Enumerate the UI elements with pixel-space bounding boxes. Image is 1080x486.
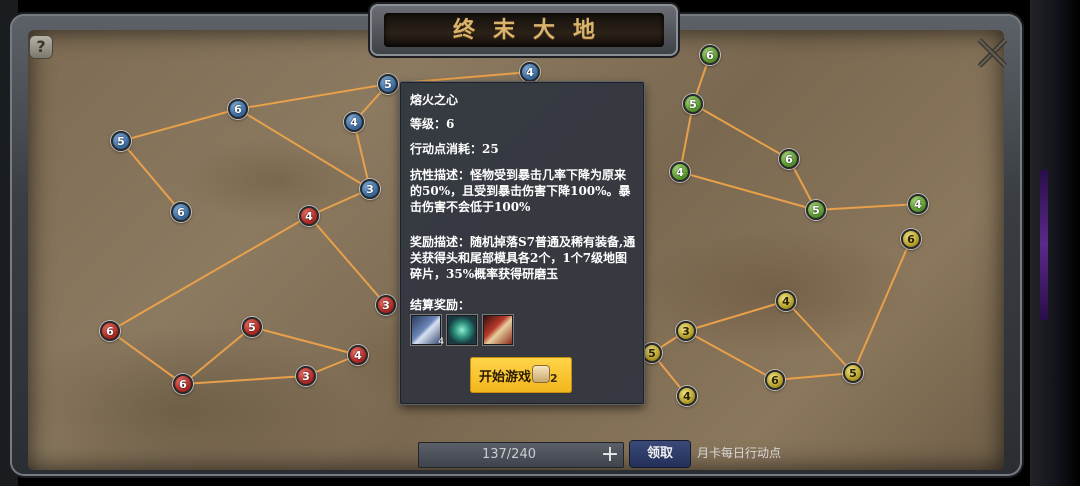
stage-node-red-r4[interactable]: 5 [242, 317, 262, 337]
start-game-label: 开始游戏 [479, 370, 532, 385]
route-line-r7-r6 [182, 375, 307, 385]
route-line-r1-r2 [308, 215, 387, 306]
stage-node-yellow-y4[interactable]: 5 [642, 343, 662, 363]
route-line-b2-b1 [237, 83, 389, 110]
stage-node-blue-b1[interactable]: 5 [378, 74, 398, 94]
red-scroll-icon[interactable] [483, 315, 513, 345]
route-line-b3-b7 [120, 140, 182, 213]
stage-node-green-g2[interactable]: 5 [683, 94, 703, 114]
route-line-g2-g4 [692, 103, 790, 160]
scroll-ticket-icon [533, 366, 549, 382]
stage-node-yellow-y3[interactable]: 3 [676, 321, 696, 341]
stage-node-blue-b7[interactable]: 6 [171, 202, 191, 222]
route-line-g5-g6 [815, 203, 919, 211]
monthly-card-label: 月卡每日行动点 [697, 446, 782, 460]
stage-node-red-r2[interactable]: 3 [376, 295, 396, 315]
route-line-r1-r3 [109, 215, 310, 332]
route-line-y2-y3 [685, 300, 787, 332]
stage-node-red-r3[interactable]: 6 [100, 321, 120, 341]
stage-node-yellow-y6[interactable]: 5 [843, 363, 863, 383]
help-icon[interactable]: ? [30, 36, 52, 58]
stage-info-popup: 熔火之心 等级：6 行动点消耗：25 抗性描述：怪物受到暴击几率下降为原来的50… [400, 82, 644, 404]
stage-node-blue-b4[interactable]: 4 [344, 112, 364, 132]
stage-node-blue-b5[interactable]: 4 [520, 62, 540, 82]
stage-node-red-r5[interactable]: 4 [348, 345, 368, 365]
reward-description: 奖励描述：随机掉落S7普通及稀有装备,通关获得头和尾部模具各2个，1个7级地图碎… [410, 235, 636, 281]
scroll-blue-icon[interactable]: 4 [411, 315, 444, 347]
stage-node-red-r1[interactable]: 4 [299, 206, 319, 226]
stage-level: 等级：6 [410, 117, 455, 131]
stage-node-green-g3[interactable]: 4 [670, 162, 690, 182]
route-line-g3-g5 [679, 171, 817, 211]
route-line-y3-y5 [685, 330, 776, 381]
action-points-value: 137/240 [481, 447, 536, 462]
route-line-b3-b2 [120, 108, 239, 142]
stage-node-green-g6[interactable]: 4 [908, 194, 928, 214]
stage-node-green-g4[interactable]: 6 [779, 149, 799, 169]
title-plate: 终末大地 [370, 4, 678, 56]
stage-node-yellow-y7[interactable]: 4 [677, 386, 697, 406]
route-line-y6-y2 [785, 300, 854, 374]
close-icon[interactable] [975, 36, 1009, 70]
start-game-button[interactable]: 开始游戏 2 [470, 357, 572, 393]
route-line-y1-y6 [852, 238, 912, 374]
stage-node-blue-b3[interactable]: 5 [111, 131, 131, 151]
stage-node-green-g1[interactable]: 6 [700, 45, 720, 65]
game-screen: 565443643654366546546435654 终末大地 ? 熔火之心 … [0, 0, 1080, 486]
stage-node-red-r7[interactable]: 6 [173, 374, 193, 394]
screen-edge-right [1030, 0, 1080, 486]
start-game-cost: 2 [550, 372, 558, 385]
stage-node-blue-b6[interactable]: 3 [360, 179, 380, 199]
reward-count: 4 [438, 337, 444, 347]
stage-node-green-g5[interactable]: 5 [806, 200, 826, 220]
resist-description: 抗性描述：怪物受到暴击几率下降为原来的50%，且受到暴击伤害下降100%。暴击伤… [410, 168, 631, 214]
page-title: 终末大地 [452, 17, 613, 43]
route-line-r7-r4 [182, 326, 253, 385]
green-orb-icon[interactable] [447, 315, 477, 345]
route-line-r4-r5 [251, 326, 359, 356]
title-banner: 终末大地 [384, 13, 664, 47]
route-line-r3-r7 [109, 330, 184, 385]
claim-button[interactable]: 领取 [630, 441, 690, 467]
stage-node-yellow-y2[interactable]: 4 [776, 291, 796, 311]
stage-node-blue-b2[interactable]: 6 [228, 99, 248, 119]
route-line-y5-y6 [774, 372, 854, 381]
stage-node-yellow-y5[interactable]: 6 [765, 370, 785, 390]
stage-node-red-r6[interactable]: 3 [296, 366, 316, 386]
settlement-reward-label: 结算奖励： [410, 298, 471, 312]
action-point-cost: 行动点消耗：25 [410, 142, 499, 156]
stage-node-yellow-y1[interactable]: 6 [901, 229, 921, 249]
background-glow [1040, 170, 1048, 320]
action-points-bar: 137/240 + [418, 442, 624, 468]
stage-name: 熔火之心 [410, 93, 459, 107]
add-action-points-button[interactable]: + [600, 444, 620, 466]
